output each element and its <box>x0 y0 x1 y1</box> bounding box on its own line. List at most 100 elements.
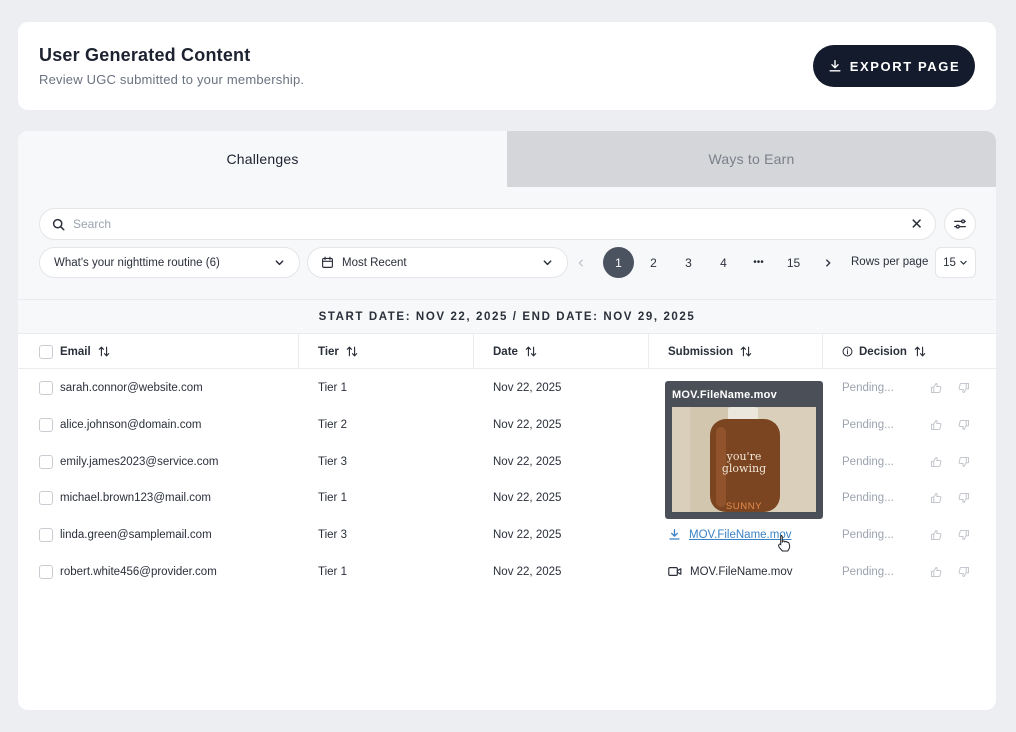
table-row[interactable]: alice.johnson@domain.com Tier 2 Nov 22, 20… <box>18 406 996 443</box>
chevron-left-icon <box>578 258 583 267</box>
reject-thumbs-down-icon[interactable] <box>958 455 971 468</box>
email-cell: robert.white456@provider.com <box>60 565 217 578</box>
decision-status: Pending... <box>842 491 894 504</box>
row-checkbox[interactable] <box>39 380 53 395</box>
submission-filename[interactable]: MOV.FileName.mov <box>690 566 792 578</box>
tier-cell: Tier 1 <box>318 565 347 578</box>
column-tier-label: Tier <box>318 345 339 358</box>
table-row[interactable]: michael.brown123@mail.com Tier 1 Nov 22, 2… <box>18 479 996 516</box>
column-divider <box>822 334 823 369</box>
approve-thumbs-up-icon[interactable] <box>930 528 943 541</box>
challenge-dropdown-value: What's your nighttime routine (6) <box>54 256 220 269</box>
row-checkbox[interactable] <box>39 564 53 579</box>
video-icon <box>668 565 682 578</box>
approve-thumbs-up-icon[interactable] <box>930 491 943 504</box>
decision-status: Pending... <box>842 565 894 578</box>
column-date[interactable]: Date <box>493 334 537 369</box>
page-button-2[interactable]: 2 <box>638 247 669 278</box>
approve-thumbs-up-icon[interactable] <box>930 418 943 431</box>
decision-status: Pending... <box>842 381 894 394</box>
download-icon <box>829 60 841 72</box>
row-select <box>39 369 53 406</box>
page-subtitle: Review UGC submitted to your membership. <box>39 72 305 87</box>
prev-page-button[interactable] <box>571 247 591 278</box>
row-checkbox[interactable] <box>39 527 53 542</box>
column-divider <box>298 334 299 369</box>
search-icon <box>52 218 65 231</box>
preview-image: you're glowing SUNNY <box>672 407 816 512</box>
sort-dropdown-value: Most Recent <box>342 256 407 269</box>
submission-cell[interactable]: MOV.FileName.mov <box>668 516 791 553</box>
approve-thumbs-up-icon[interactable] <box>930 381 943 394</box>
hand-cursor-icon <box>778 535 791 552</box>
sort-icon <box>346 346 358 357</box>
column-divider <box>473 334 474 369</box>
page-button-3[interactable]: 3 <box>673 247 704 278</box>
tier-cell: Tier 3 <box>318 528 347 541</box>
row-checkbox[interactable] <box>39 454 53 469</box>
decision-status: Pending... <box>842 418 894 431</box>
tab-ways-to-earn[interactable]: Ways to Earn <box>507 131 996 187</box>
tab-challenges[interactable]: Challenges <box>18 131 507 187</box>
column-tier[interactable]: Tier <box>318 334 358 369</box>
approve-thumbs-up-icon[interactable] <box>930 455 943 468</box>
reject-thumbs-down-icon[interactable] <box>958 528 971 541</box>
date-range: START DATE: NOV 22, 2025 / END DATE: NOV… <box>18 299 996 334</box>
sort-icon <box>740 346 752 357</box>
preview-brand: SUNNY <box>725 501 763 512</box>
page-title: User Generated Content <box>39 45 251 65</box>
table-row[interactable]: linda.green@samplemail.com Tier 3 Nov 22, … <box>18 516 996 553</box>
table-row[interactable]: sarah.connor@website.com Tier 1 Nov 22, 20… <box>18 369 996 406</box>
tier-cell: Tier 1 <box>318 381 347 394</box>
date-cell: Nov 22, 2025 <box>493 418 562 431</box>
column-divider <box>648 334 649 369</box>
reject-thumbs-down-icon[interactable] <box>958 381 971 394</box>
table-row[interactable]: robert.white456@provider.com Tier 1 Nov 22… <box>18 553 996 590</box>
select-all-checkbox[interactable] <box>39 344 53 359</box>
approve-thumbs-up-icon[interactable] <box>930 565 943 578</box>
search-input[interactable] <box>73 217 911 231</box>
sort-icon <box>98 346 109 357</box>
reject-thumbs-down-icon[interactable] <box>958 565 971 578</box>
sort-icon <box>525 346 537 357</box>
ugc-panel: Challenges Ways to Earn ✕ What's your ni… <box>18 131 996 710</box>
submission-cell[interactable]: MOV.FileName.mov <box>668 553 792 590</box>
reject-thumbs-down-icon[interactable] <box>958 418 971 431</box>
decision-status: Pending... <box>842 528 894 541</box>
preview-text-line-2: glowing <box>721 462 767 475</box>
column-decision-label: Decision <box>859 345 907 358</box>
column-decision[interactable]: Decision <box>842 334 926 369</box>
chevron-down-icon <box>275 260 284 266</box>
row-checkbox[interactable] <box>39 490 53 505</box>
column-email[interactable]: Email <box>60 334 110 369</box>
rows-per-page-select[interactable]: 15 <box>935 247 976 278</box>
table-row[interactable]: emily.james2023@service.com Tier 3 Nov 22,… <box>18 443 996 480</box>
filter-settings-button[interactable] <box>944 208 976 240</box>
clear-search-icon[interactable]: ✕ <box>910 215 923 233</box>
date-cell: Nov 22, 2025 <box>493 455 562 468</box>
reject-thumbs-down-icon[interactable] <box>958 491 971 504</box>
email-cell: michael.brown123@mail.com <box>60 491 212 504</box>
challenge-dropdown[interactable]: What's your nighttime routine (6) <box>39 247 300 278</box>
tab-bar: Challenges Ways to Earn <box>18 131 996 187</box>
export-page-button[interactable]: EXPORT PAGE <box>813 45 975 87</box>
email-cell: emily.james2023@service.com <box>60 455 219 468</box>
row-checkbox[interactable] <box>39 417 53 432</box>
page-button-4[interactable]: 4 <box>708 247 739 278</box>
row-select <box>39 553 53 590</box>
chevron-right-icon <box>826 258 831 267</box>
date-cell: Nov 22, 2025 <box>493 491 562 504</box>
chevron-down-icon <box>543 260 552 266</box>
submission-preview-popover: MOV.FileName.mov you're glowing SUNNY <box>665 381 823 519</box>
column-date-label: Date <box>493 345 518 358</box>
export-page-label: EXPORT PAGE <box>849 58 961 74</box>
page-button-15[interactable]: 15 <box>778 247 809 278</box>
next-page-button[interactable] <box>818 247 838 278</box>
sort-icon <box>914 346 926 357</box>
column-submission[interactable]: Submission <box>668 334 752 369</box>
email-cell: sarah.connor@website.com <box>60 381 203 394</box>
sort-dropdown[interactable]: Most Recent <box>307 247 568 278</box>
sliders-icon <box>954 219 966 229</box>
page-button-1[interactable]: 1 <box>603 247 634 278</box>
date-cell: Nov 22, 2025 <box>493 565 562 578</box>
